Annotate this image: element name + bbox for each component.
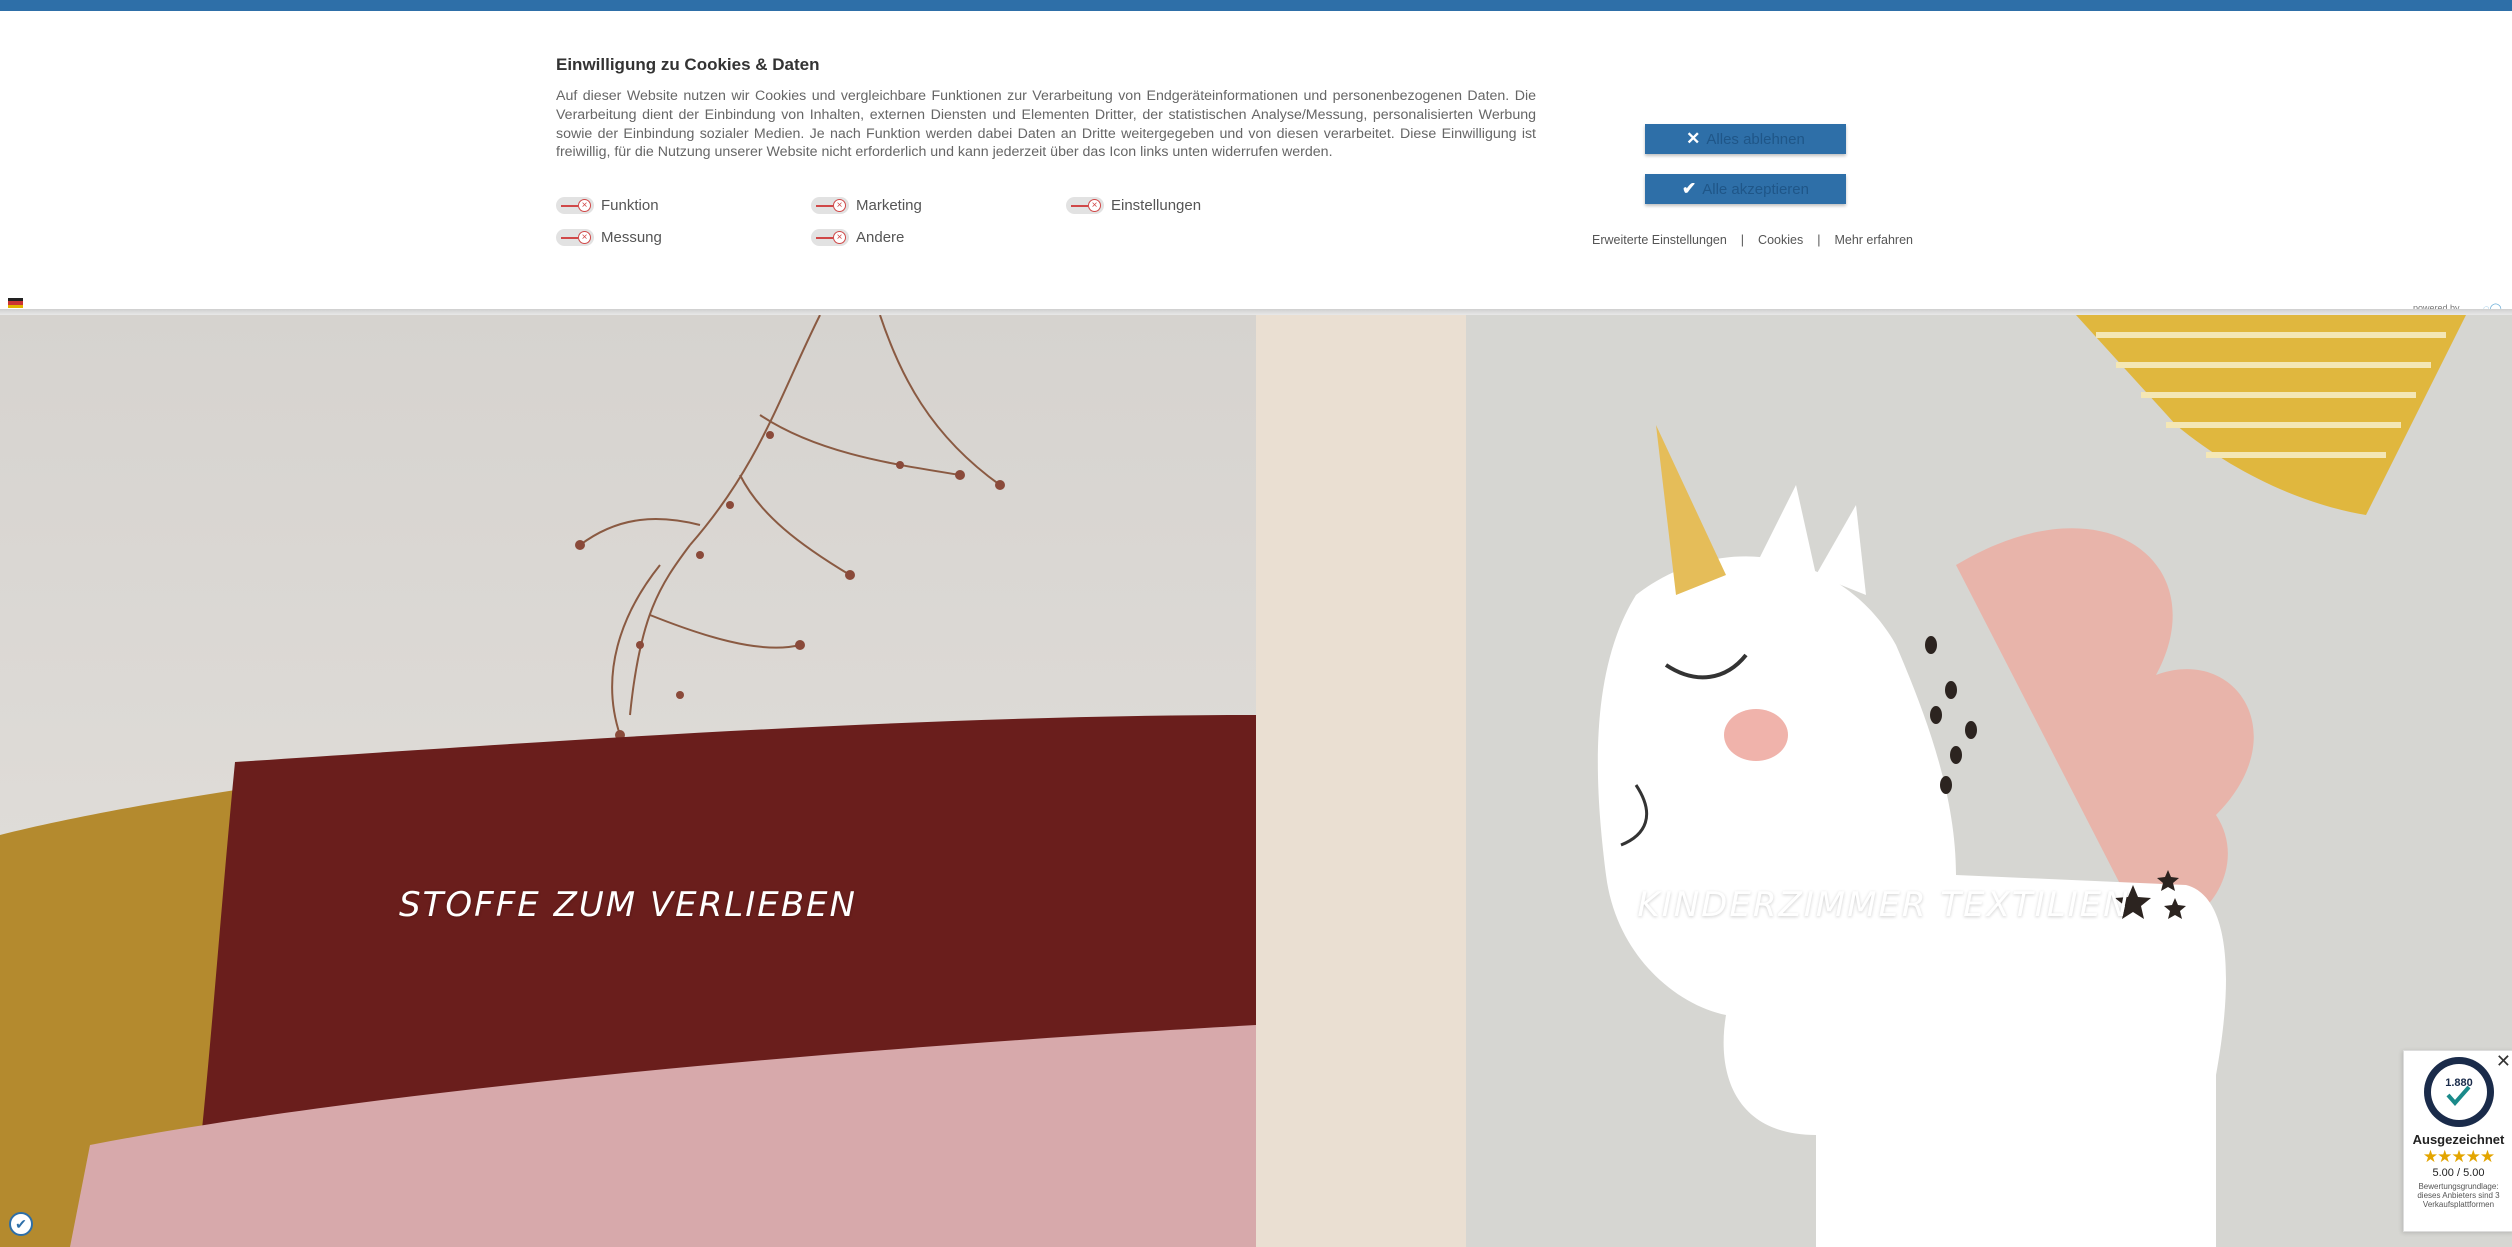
toggle-switch[interactable]: × <box>811 197 849 214</box>
toggle-off-icon: × <box>833 199 846 212</box>
cookie-title: Einwilligung zu Cookies & Daten <box>556 55 820 74</box>
trust-note: Bewertungsgrundlage: dieses Anbieters si… <box>2417 1182 2500 1209</box>
cookie-description: Auf dieser Website nutzen wir Cookies un… <box>556 88 1536 161</box>
cookie-links: Erweiterte Einstellungen | Cookies | Meh… <box>1592 233 1913 247</box>
trust-badge[interactable]: ✕ 1.880 Ausgezeichnet ★★★★★ 5.00 / 5.00 … <box>2403 1050 2512 1232</box>
toggle-label: Einstellungen <box>1111 197 1202 214</box>
toggle-funktion[interactable]: × Funktion <box>556 197 659 214</box>
german-flag-icon[interactable] <box>8 298 23 308</box>
privacy-check-icon[interactable]: ✔ <box>9 1212 33 1236</box>
cookie-consent-banner: Einwilligung zu Cookies & Daten Auf dies… <box>0 11 2512 315</box>
toggle-switch[interactable]: × <box>556 197 594 214</box>
toggle-switch[interactable]: × <box>1066 197 1104 214</box>
toggle-marketing[interactable]: × Marketing <box>811 197 922 214</box>
toggle-switch[interactable]: × <box>556 229 594 246</box>
trust-rating-stars: ★★★★★ <box>2422 1147 2495 1166</box>
link-separator: | <box>1740 233 1745 247</box>
hero-kids-panel[interactable]: KINDERZIMMER TEXTILIEN <box>1256 315 2512 1247</box>
close-icon: ✕ <box>1686 129 1701 148</box>
reject-all-button[interactable]: ✕ Alles ablehnen <box>1645 124 1846 154</box>
hero-right-title: KINDERZIMMER TEXTILIEN <box>1637 885 2131 925</box>
toggle-label: Andere <box>856 229 905 246</box>
toggle-label: Marketing <box>856 197 922 214</box>
hero-left-title: STOFFE ZUM VERLIEBEN <box>399 885 857 925</box>
toggle-label: Funktion <box>601 197 659 214</box>
toggle-off-icon: × <box>833 231 846 244</box>
toggle-off-icon: × <box>578 199 591 212</box>
hero-fabrics-panel[interactable]: STOFFE ZUM VERLIEBEN <box>0 315 1256 1247</box>
link-separator: | <box>1817 233 1821 247</box>
trust-score: 5.00 / 5.00 <box>2432 1167 2485 1179</box>
toggle-off-icon: × <box>1088 199 1101 212</box>
accept-all-button[interactable]: ✔ Alle akzeptieren <box>1645 174 1846 204</box>
trust-seal-icon: 1.880 <box>2424 1057 2494 1127</box>
toggle-messung[interactable]: × Messung <box>556 229 662 246</box>
toggle-off-icon: × <box>578 231 591 244</box>
unicorn-bag-image <box>1256 315 2512 1247</box>
reject-all-label: Alles ablehnen <box>1706 130 1805 148</box>
accept-all-label: Alle akzeptieren <box>1702 180 1809 198</box>
advanced-settings-link[interactable]: Erweiterte Einstellungen <box>1592 233 1727 247</box>
trust-label: Ausgezeichnet <box>2412 1132 2505 1147</box>
close-icon[interactable]: ✕ <box>2496 1051 2511 1072</box>
toggle-switch[interactable]: × <box>811 229 849 246</box>
toggle-label: Messung <box>601 229 662 246</box>
toggle-andere[interactable]: × Andere <box>811 229 904 246</box>
fabrics-image <box>0 315 1256 1247</box>
check-icon: ✔ <box>1682 179 1697 198</box>
toggle-einstellungen[interactable]: × Einstellungen <box>1066 197 1201 214</box>
learn-more-link[interactable]: Mehr erfahren <box>1834 233 1913 247</box>
cookies-link[interactable]: Cookies <box>1758 233 1803 247</box>
top-accent-bar <box>0 0 2512 11</box>
